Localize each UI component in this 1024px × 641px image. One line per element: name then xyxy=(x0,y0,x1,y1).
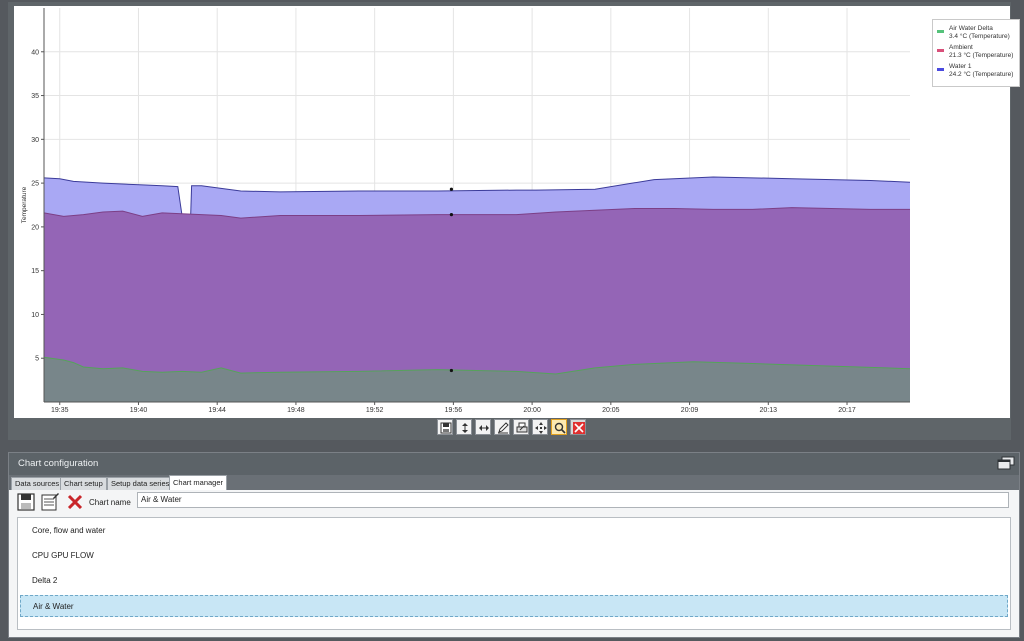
x-tick-label: 19:48 xyxy=(287,407,305,414)
x-tick-label: 20:17 xyxy=(838,407,856,414)
close-chart-icon[interactable] xyxy=(570,419,586,435)
legend-series-name: Water 1 xyxy=(949,63,972,70)
y-tick-label: 35 xyxy=(31,93,39,100)
x-tick-label: 19:40 xyxy=(130,407,148,414)
y-axis-label: Temperature xyxy=(21,186,28,223)
rename-chart-icon[interactable] xyxy=(41,493,59,511)
legend-swatch xyxy=(937,30,944,33)
chart-name-label: Chart name xyxy=(89,498,131,507)
legend-swatch xyxy=(937,49,944,52)
panel-title: Chart configuration xyxy=(18,458,99,469)
chart-area[interactable]: 5 10 15 20 25 30 35 40 19:35 19:40 19:44 19:48 19:52… xyxy=(14,6,1020,418)
magnify-icon[interactable] xyxy=(551,419,567,435)
tab-data-sources[interactable]: Data sources xyxy=(11,477,64,490)
y-tick-label: 30 xyxy=(31,137,39,144)
y-tick-label: 15 xyxy=(31,268,39,275)
restore-window-icon[interactable] xyxy=(997,456,1015,470)
cursor-marker xyxy=(449,368,454,373)
zoom-horizontal-icon[interactable] xyxy=(475,419,491,435)
edit-chart-icon[interactable] xyxy=(494,419,510,435)
tab-chart-setup[interactable]: Chart setup xyxy=(60,477,107,490)
legend-series-value: 3.4 °C (Temperature) xyxy=(949,33,1010,40)
x-tick-label: 20:05 xyxy=(602,407,620,414)
cursor-marker xyxy=(449,213,454,217)
chart-manager: Chart name Air & Water Core, flow and wa… xyxy=(9,490,1019,637)
cursor-marker xyxy=(449,187,454,191)
x-tick-label: 20:09 xyxy=(681,407,699,414)
chart-legend: Air Water Delta 3.4 °C (Temperature) Amb… xyxy=(932,19,1020,87)
config-tabs: Data sources Chart setup Setup data seri… xyxy=(9,475,1019,490)
chart-list-item-selected[interactable]: Air & Water xyxy=(20,595,1008,617)
tab-chart-manager[interactable]: Chart manager xyxy=(169,475,228,490)
app-window: 5 10 15 20 25 30 35 40 19:35 19:40 19:44 19:48 19:52… xyxy=(0,0,1024,641)
legend-swatch xyxy=(937,68,944,71)
save-chart-icon[interactable] xyxy=(437,419,453,435)
x-tick-label: 20:00 xyxy=(523,407,541,414)
save-icon[interactable] xyxy=(17,493,35,511)
chart-list-item[interactable]: Core, flow and water xyxy=(20,520,1008,542)
x-tick-label: 19:56 xyxy=(445,407,463,414)
delete-chart-icon[interactable] xyxy=(66,493,84,511)
move-chart-icon[interactable] xyxy=(532,419,548,435)
chart-series-areas xyxy=(43,176,911,402)
legend-series-value: 24.2 °C (Temperature) xyxy=(949,71,1014,78)
tab-setup-data-series[interactable]: Setup data series xyxy=(107,477,174,490)
saved-charts-list: Core, flow and water CPU GPU FLOW Delta … xyxy=(17,517,1011,630)
chart-configuration-panel: Chart configuration Data sources Chart s… xyxy=(8,452,1020,638)
x-tick-label: 20:13 xyxy=(760,407,778,414)
chart-list-item[interactable]: Delta 2 xyxy=(20,570,1008,592)
x-tick-label: 19:44 xyxy=(208,407,226,414)
y-tick-label: 10 xyxy=(31,312,39,319)
chart-list-item[interactable]: CPU GPU FLOW xyxy=(20,545,1008,567)
x-tick-label: 19:52 xyxy=(366,407,384,414)
y-tick-label: 5 xyxy=(35,356,39,363)
panel-header: Chart configuration xyxy=(9,453,1019,475)
chart-name-input[interactable]: Air & Water xyxy=(137,492,1009,508)
legend-series-name: Ambient xyxy=(949,44,973,51)
zoom-vertical-icon[interactable] xyxy=(456,419,472,435)
y-tick-label: 20 xyxy=(31,224,39,231)
chart-toolbar xyxy=(437,419,587,438)
legend-series-value: 21.3 °C (Temperature) xyxy=(949,52,1014,59)
temperature-chart[interactable]: 5 10 15 20 25 30 35 40 19:35 19:40 19:44 19:48 19:52… xyxy=(14,6,1010,418)
legend-series-name: Air Water Delta xyxy=(949,25,993,32)
x-tick-label: 19:35 xyxy=(51,407,69,414)
print-chart-icon[interactable] xyxy=(513,419,529,435)
y-tick-label: 40 xyxy=(31,49,39,56)
y-tick-label: 25 xyxy=(31,181,39,188)
